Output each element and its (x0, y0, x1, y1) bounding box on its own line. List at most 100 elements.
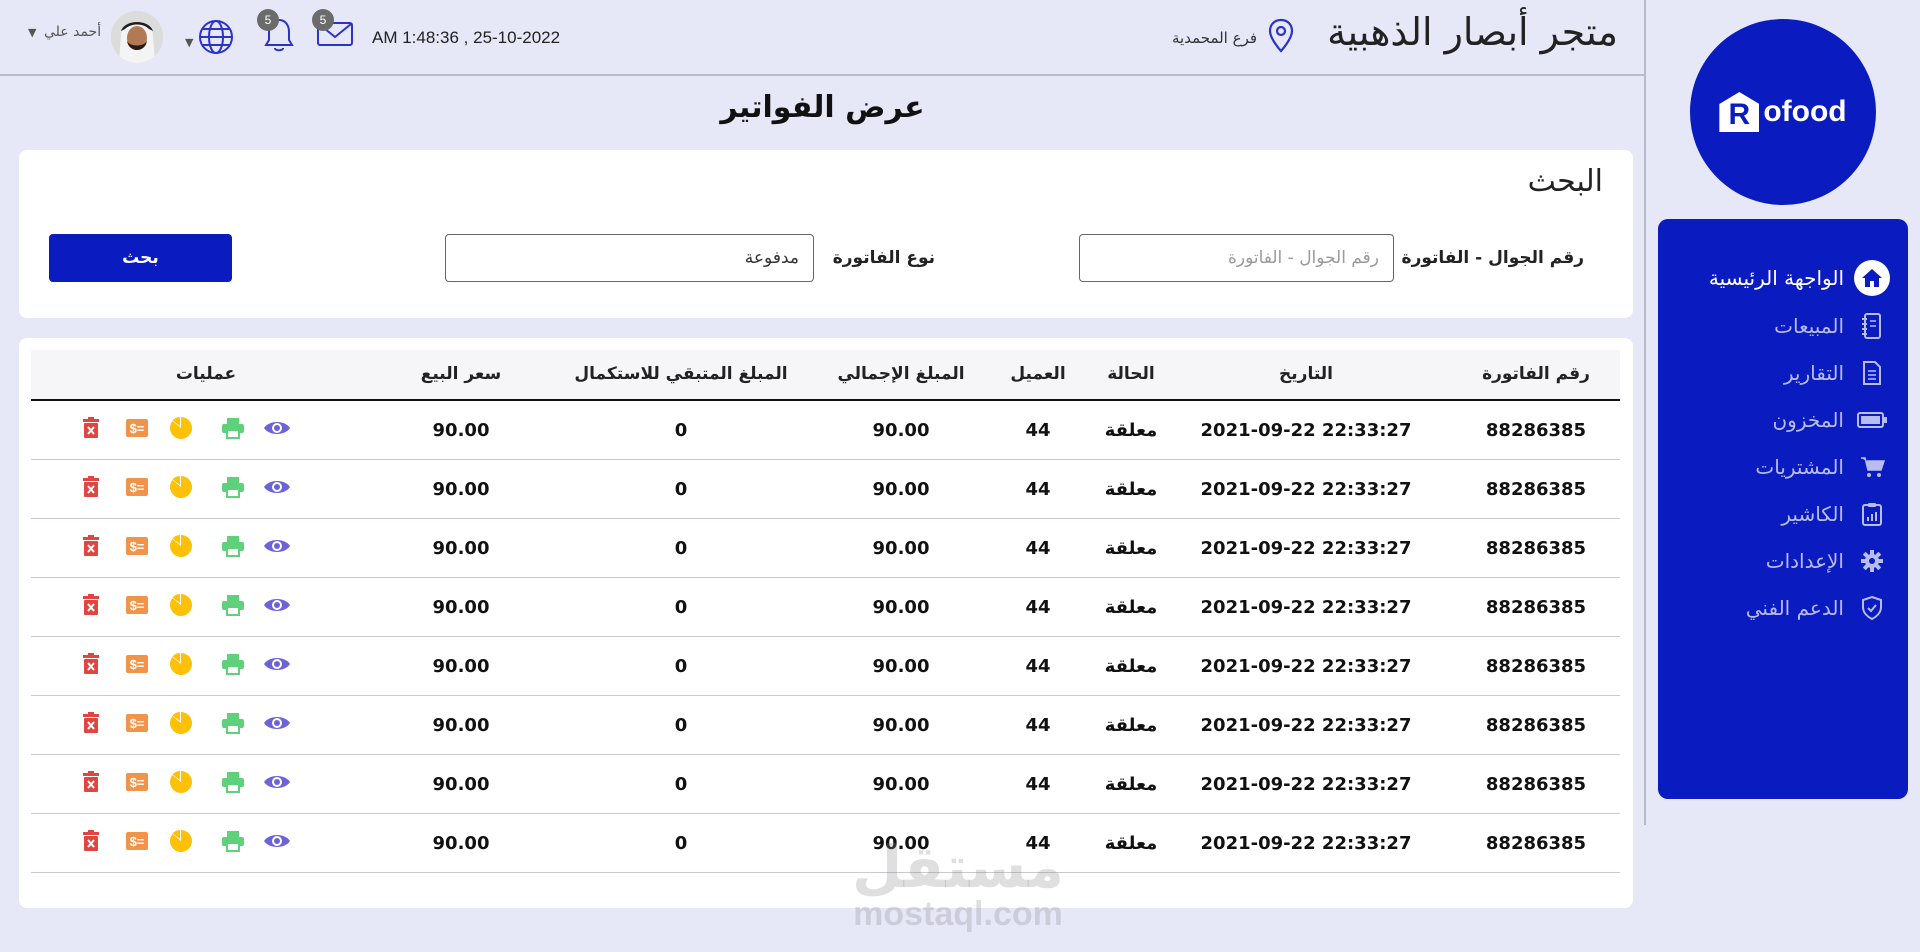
delete-button[interactable] (75, 473, 107, 505)
chart-button[interactable] (165, 827, 197, 859)
messages-badge: 5 (312, 9, 334, 31)
mail-icon (316, 22, 354, 52)
store-title: متجر أبصار الذهبية (1327, 10, 1618, 54)
sidebar-item-label: المشتريات (1755, 455, 1844, 479)
sidebar-item-label: الواجهة الرئيسية (1708, 266, 1844, 290)
sidebar-item-cashier[interactable]: الكاشير (1781, 496, 1890, 532)
chart-button[interactable] (165, 709, 197, 741)
cell-price: 90.00 (432, 420, 490, 441)
payment-button[interactable]: $= (121, 473, 153, 505)
cell-date: 2021-09-22 22:33:27 (1200, 479, 1412, 500)
delete-button[interactable] (75, 591, 107, 623)
view-button[interactable] (261, 650, 293, 682)
cell-price: 90.00 (432, 597, 490, 618)
delete-button[interactable] (75, 650, 107, 682)
svg-text:$=: $= (130, 657, 145, 672)
print-button[interactable] (217, 709, 249, 741)
print-button[interactable] (217, 532, 249, 564)
sidebar-item-settings[interactable]: الإعدادات (1766, 543, 1890, 579)
column-price[interactable]: سعر البيع (381, 364, 541, 384)
payment-button[interactable]: $= (121, 532, 153, 564)
pie-chart-icon (169, 416, 193, 444)
cell-invoice-no: 88286385 (1485, 774, 1587, 795)
cell-price: 90.00 (432, 833, 490, 854)
print-button[interactable] (217, 827, 249, 859)
payment-button[interactable]: $= (121, 591, 153, 623)
cell-remaining: 0 (674, 774, 688, 795)
chart-button[interactable] (165, 768, 197, 800)
sidebar-item-support[interactable]: الدعم الفني (1746, 590, 1890, 626)
print-button[interactable] (217, 414, 249, 446)
chart-button[interactable] (165, 473, 197, 505)
invoices-table: رقم الفاتورة التاريخ الحالة العميل المبل… (19, 338, 1633, 908)
sidebar-item-purchases[interactable]: المشتريات (1755, 449, 1890, 485)
view-button[interactable] (261, 473, 293, 505)
invoice-type-input[interactable] (445, 234, 814, 282)
table-row[interactable]: 88286385 2021-09-22 22:33:27 معلقة 44 90.00 0… (31, 519, 1620, 578)
table-row[interactable]: 88286385 2021-09-22 22:33:27 معلقة 44 90.00 0… (31, 814, 1620, 873)
sidebar-item-label: المخزون (1772, 408, 1844, 432)
svg-text:$=: $= (130, 834, 145, 849)
payment-button[interactable]: $= (121, 709, 153, 741)
user-menu-chevron-icon[interactable]: ▼ (28, 26, 36, 39)
chart-button[interactable] (165, 532, 197, 564)
column-customer[interactable]: العميل (998, 364, 1078, 384)
table-row[interactable]: 88286385 2021-09-22 22:33:27 معلقة 44 90.00 0… (31, 637, 1620, 696)
column-status[interactable]: الحالة (1091, 364, 1171, 384)
table-row[interactable]: 88286385 2021-09-22 22:33:27 معلقة 44 90.00 0… (31, 460, 1620, 519)
cell-invoice-no: 88286385 (1485, 538, 1587, 559)
sidebar-item-reports[interactable]: التقارير (1784, 355, 1890, 391)
delete-button[interactable] (75, 414, 107, 446)
sidebar-item-inventory[interactable]: المخزون (1772, 402, 1890, 438)
brand-logo[interactable]: R ofood (1690, 19, 1876, 205)
language-button[interactable] (196, 17, 236, 61)
print-button[interactable] (217, 650, 249, 682)
view-button[interactable] (261, 827, 293, 859)
view-button[interactable] (261, 591, 293, 623)
delete-button[interactable] (75, 827, 107, 859)
phone-invoice-input[interactable] (1079, 234, 1394, 282)
avatar[interactable] (111, 11, 163, 63)
chart-button[interactable] (165, 650, 197, 682)
payment-button[interactable]: $= (121, 827, 153, 859)
user-name[interactable]: أحمد علي (44, 24, 101, 40)
delete-button[interactable] (75, 768, 107, 800)
table-row[interactable]: 88286385 2021-09-22 22:33:27 معلقة 44 90.00 0… (31, 401, 1620, 460)
cell-date: 2021-09-22 22:33:27 (1200, 597, 1412, 618)
sidebar-item-home[interactable]: الواجهة الرئيسية (1709, 260, 1890, 296)
pie-chart-icon (169, 593, 193, 621)
sidebar-item-sales[interactable]: المبيعات (1774, 308, 1890, 344)
column-date[interactable]: التاريخ (1196, 364, 1416, 384)
column-invoice-no[interactable]: رقم الفاتورة (1451, 364, 1621, 384)
column-remaining[interactable]: المبلغ المتبقي للاستكمال (551, 364, 811, 384)
delete-button[interactable] (75, 532, 107, 564)
delete-button[interactable] (75, 709, 107, 741)
watermark-latin: mostaql.com (853, 895, 1063, 933)
view-button[interactable] (261, 768, 293, 800)
payment-button[interactable]: $= (121, 768, 153, 800)
cell-total: 90.00 (872, 538, 930, 559)
table-row[interactable]: 88286385 2021-09-22 22:33:27 معلقة 44 90.00 0… (31, 696, 1620, 755)
cell-status: معلقة (1104, 774, 1158, 795)
view-button[interactable] (261, 414, 293, 446)
branch-selector[interactable]: فرع المحمدية (1172, 18, 1295, 58)
messages-button[interactable]: 5 (312, 9, 354, 52)
print-button[interactable] (217, 768, 249, 800)
print-button[interactable] (217, 473, 249, 505)
cell-price: 90.00 (432, 656, 490, 677)
payment-button[interactable]: $= (121, 414, 153, 446)
cell-status: معلقة (1104, 420, 1158, 441)
print-button[interactable] (217, 591, 249, 623)
view-button[interactable] (261, 532, 293, 564)
cell-customer: 44 (1025, 774, 1051, 795)
chart-button[interactable] (165, 591, 197, 623)
notifications-button[interactable]: 5 (257, 9, 295, 58)
view-button[interactable] (261, 709, 293, 741)
chevron-down-icon[interactable]: ▼ (185, 36, 193, 49)
search-button[interactable]: بحث (49, 234, 232, 282)
column-total[interactable]: المبلغ الإجمالي (806, 364, 996, 384)
payment-button[interactable]: $= (121, 650, 153, 682)
table-row[interactable]: 88286385 2021-09-22 22:33:27 معلقة 44 90.00 0… (31, 755, 1620, 814)
chart-button[interactable] (165, 414, 197, 446)
table-row[interactable]: 88286385 2021-09-22 22:33:27 معلقة 44 90.00 0… (31, 578, 1620, 637)
